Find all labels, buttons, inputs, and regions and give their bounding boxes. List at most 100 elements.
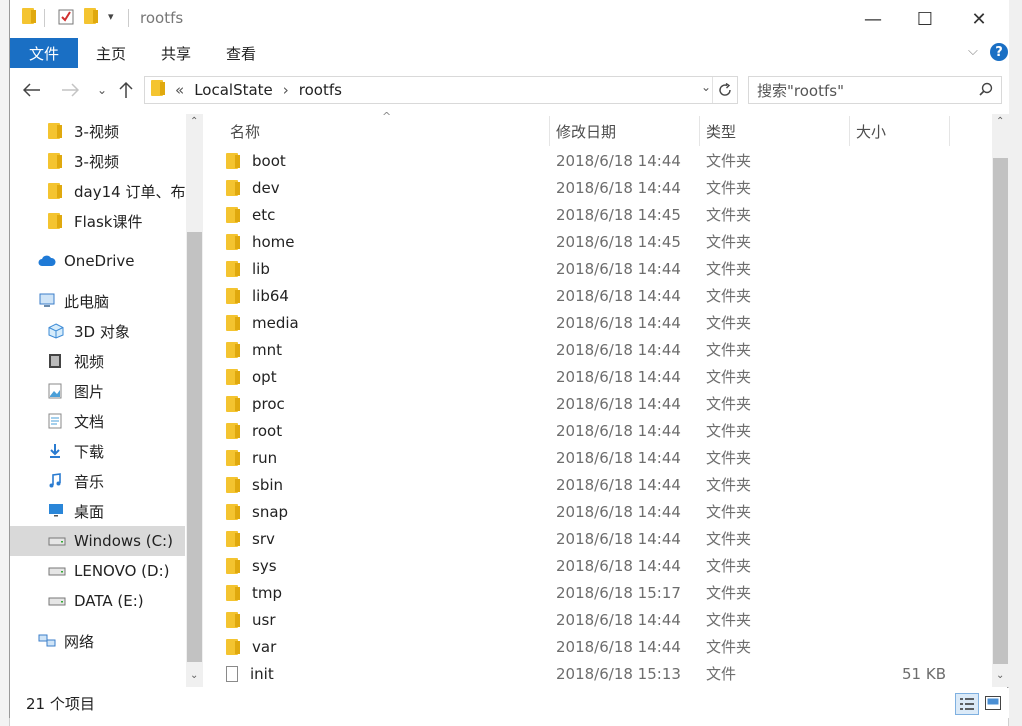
- scroll-down-icon[interactable]: ⌄: [190, 670, 198, 681]
- nav-item[interactable]: LENOVO (D:): [10, 556, 185, 586]
- file-name-cell: snap: [226, 503, 526, 521]
- file-row[interactable]: sbin 2018/6/18 14:44 文件夹: [226, 471, 976, 498]
- search-icon[interactable]: [979, 82, 993, 100]
- nav-item[interactable]: OneDrive: [10, 246, 185, 276]
- tab-share[interactable]: 共享: [161, 38, 191, 68]
- file-row[interactable]: etc 2018/6/18 14:45 文件夹: [226, 201, 976, 228]
- item-count: 21 个项目: [26, 695, 95, 713]
- file-row[interactable]: var 2018/6/18 14:44 文件夹: [226, 633, 976, 660]
- file-name-cell: boot: [226, 152, 526, 170]
- file-name-cell: sys: [226, 557, 526, 575]
- refresh-icon[interactable]: [712, 77, 737, 103]
- up-arrow-icon[interactable]: [114, 78, 138, 102]
- nav-item[interactable]: 音乐: [10, 466, 185, 496]
- nav-item[interactable]: Windows (C:): [10, 526, 185, 556]
- file-row[interactable]: srv 2018/6/18 14:44 文件夹: [226, 525, 976, 552]
- file-date: 2018/6/18 14:44: [556, 610, 681, 629]
- minimize-button[interactable]: —: [850, 0, 896, 38]
- scroll-up-icon[interactable]: ⌃: [996, 116, 1004, 127]
- sort-ascending-icon: ^: [382, 110, 392, 123]
- file-name: boot: [252, 151, 286, 170]
- file-list-scroll-thumb[interactable]: [993, 158, 1008, 664]
- maximize-button[interactable]: ☐: [902, 0, 948, 38]
- nav-item[interactable]: 3-视频: [10, 146, 185, 176]
- file-name: dev: [252, 178, 280, 197]
- nav-item[interactable]: 3-视频: [10, 116, 185, 146]
- nav-item[interactable]: 3D 对象: [10, 316, 185, 346]
- file-name: proc: [252, 394, 285, 413]
- column-divider[interactable]: [549, 116, 550, 146]
- nav-scroll-thumb[interactable]: [187, 232, 202, 662]
- folder-icon[interactable]: [22, 8, 38, 26]
- folder-icon: [226, 530, 240, 547]
- file-name: opt: [252, 367, 277, 386]
- breadcrumb-separator-icon[interactable]: ›: [283, 81, 289, 99]
- back-arrow-icon[interactable]: [20, 78, 44, 102]
- nav-item[interactable]: DATA (E:): [10, 586, 185, 616]
- column-header-type[interactable]: 类型: [706, 116, 736, 146]
- breadcrumb-rootfs[interactable]: rootfs: [299, 81, 342, 99]
- file-row[interactable]: sys 2018/6/18 14:44 文件夹: [226, 552, 976, 579]
- tab-home[interactable]: 主页: [96, 38, 126, 68]
- close-button[interactable]: ✕: [956, 0, 1002, 38]
- navigation-pane: 3-视频 3-视频 day14 订单、布 Flask课件 OneDrive 此电脑 3D 对…: [10, 112, 204, 687]
- file-row[interactable]: tmp 2018/6/18 15:17 文件夹: [226, 579, 976, 606]
- nav-item[interactable]: 视频: [10, 346, 185, 376]
- file-row[interactable]: run 2018/6/18 14:44 文件夹: [226, 444, 976, 471]
- nav-item[interactable]: Flask课件: [10, 206, 185, 236]
- recent-locations-chevron-icon[interactable]: ⌄: [90, 78, 114, 102]
- file-date: 2018/6/18 14:44: [556, 421, 681, 440]
- file-row[interactable]: lib 2018/6/18 14:44 文件夹: [226, 255, 976, 282]
- network-icon: [38, 633, 56, 649]
- scroll-down-icon[interactable]: ⌄: [996, 670, 1004, 681]
- column-divider[interactable]: [849, 116, 850, 146]
- address-dropdown-chevron-icon[interactable]: ⌄: [701, 80, 711, 94]
- file-date: 2018/6/18 14:44: [556, 475, 681, 494]
- column-header-name[interactable]: 名称: [230, 116, 260, 146]
- file-row[interactable]: mnt 2018/6/18 14:44 文件夹: [226, 336, 976, 363]
- details-view-icon[interactable]: [955, 693, 979, 715]
- file-row[interactable]: usr 2018/6/18 14:44 文件夹: [226, 606, 976, 633]
- breadcrumb-localstate[interactable]: LocalState: [194, 81, 273, 99]
- file-row[interactable]: proc 2018/6/18 14:44 文件夹: [226, 390, 976, 417]
- nav-item[interactable]: day14 订单、布: [10, 176, 185, 206]
- expand-ribbon-chevron-icon[interactable]: ⌵: [968, 44, 978, 59]
- file-row[interactable]: init 2018/6/18 15:13 文件 51 KB: [226, 660, 976, 687]
- properties-checkbox-icon[interactable]: [58, 8, 74, 26]
- nav-item[interactable]: 桌面: [10, 496, 185, 526]
- file-row[interactable]: media 2018/6/18 14:44 文件夹: [226, 309, 976, 336]
- tab-file[interactable]: 文件: [10, 38, 78, 68]
- column-divider[interactable]: [699, 116, 700, 146]
- nav-item[interactable]: 下载: [10, 436, 185, 466]
- nav-item[interactable]: 文档: [10, 406, 185, 436]
- new-folder-icon[interactable]: [84, 8, 100, 26]
- nav-item[interactable]: 图片: [10, 376, 185, 406]
- column-header-size[interactable]: 大小: [856, 116, 886, 146]
- overflow-chevron-icon[interactable]: «: [175, 81, 184, 99]
- address-bar[interactable]: « LocalState › rootfs ⌄: [144, 76, 738, 104]
- search-input[interactable]: 搜索"rootfs": [757, 80, 844, 101]
- nav-item[interactable]: 此电脑: [10, 286, 185, 316]
- column-header-date[interactable]: 修改日期: [556, 116, 616, 146]
- large-icons-view-icon[interactable]: [983, 694, 1003, 712]
- scroll-up-icon[interactable]: ⌃: [190, 116, 198, 127]
- file-row[interactable]: boot 2018/6/18 14:44 文件夹: [226, 147, 976, 174]
- tab-view[interactable]: 查看: [226, 38, 256, 68]
- file-type: 文件夹: [706, 152, 752, 170]
- column-divider[interactable]: [949, 116, 950, 146]
- search-box[interactable]: 搜索"rootfs": [748, 76, 1002, 104]
- nav-item[interactable]: 网络: [10, 626, 185, 656]
- forward-arrow-icon[interactable]: [58, 78, 82, 102]
- help-icon[interactable]: ?: [990, 43, 1008, 61]
- nav-scrollbar[interactable]: ⌃ ⌄: [186, 114, 203, 687]
- folder-icon: [48, 213, 66, 229]
- file-row[interactable]: home 2018/6/18 14:45 文件夹: [226, 228, 976, 255]
- file-list-scrollbar[interactable]: ⌃ ⌄: [992, 114, 1009, 687]
- file-row[interactable]: snap 2018/6/18 14:44 文件夹: [226, 498, 976, 525]
- file-row[interactable]: opt 2018/6/18 14:44 文件夹: [226, 363, 976, 390]
- file-row[interactable]: dev 2018/6/18 14:44 文件夹: [226, 174, 976, 201]
- file-row[interactable]: lib64 2018/6/18 14:44 文件夹: [226, 282, 976, 309]
- file-name-cell: proc: [226, 395, 526, 413]
- file-row[interactable]: root 2018/6/18 14:44 文件夹: [226, 417, 976, 444]
- chevron-down-icon[interactable]: ▾: [108, 10, 114, 23]
